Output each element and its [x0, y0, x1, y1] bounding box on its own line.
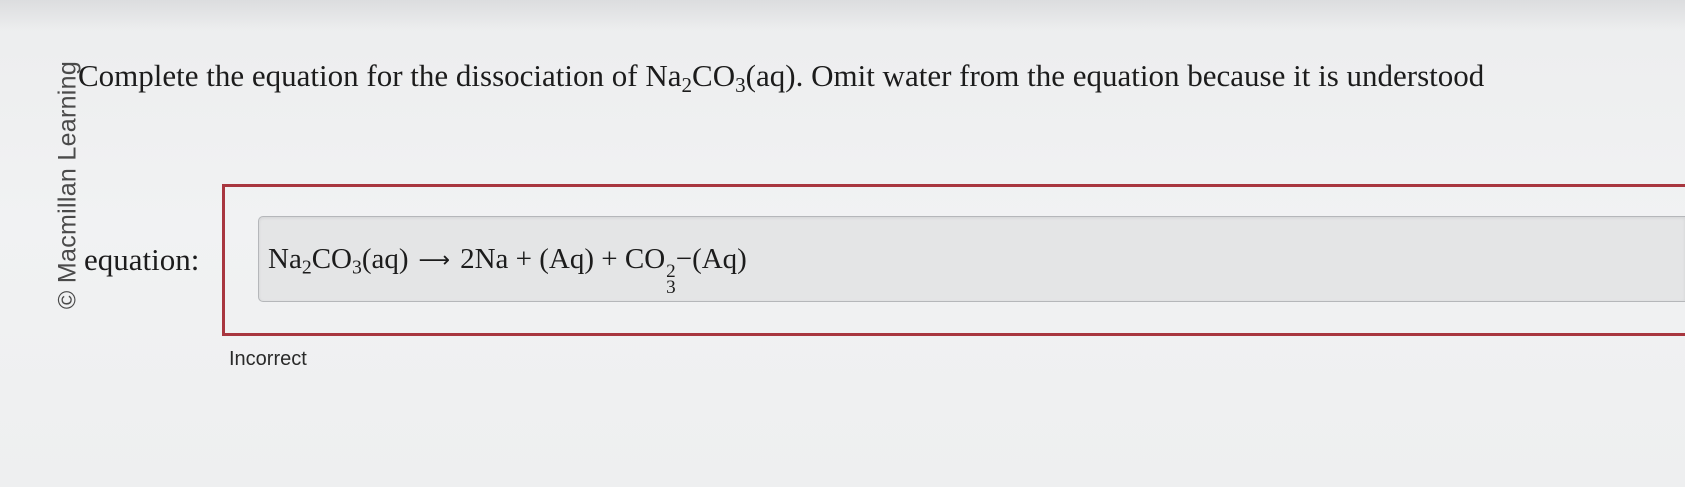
reactant-co-subscript: 3: [351, 256, 362, 279]
question-na-subscript: 2: [681, 72, 693, 97]
carbonate-scripts: 23: [666, 261, 676, 298]
reactant-na-subscript: 2: [301, 256, 312, 279]
carbonate-tail: −(Aq): [675, 243, 747, 275]
feedback-status: Incorrect: [229, 348, 307, 370]
question-suffix: (aq). Omit water from the equation becau…: [745, 58, 1485, 93]
reactant-na: Na: [268, 243, 302, 275]
equation-answer[interactable]: Na2CO3(aq) ⟶ 2Na + (Aq) + CO 2 3 −(Aq): [268, 239, 747, 298]
copyright-watermark: © Macmillan Learning: [53, 60, 82, 310]
question-text: Complete the equation for the dissociati…: [78, 56, 1484, 96]
carbonate-subscript: 3: [666, 277, 676, 298]
question-prefix: Complete the equation for the dissociati…: [78, 58, 682, 93]
reaction-arrow-icon: ⟶: [418, 248, 451, 273]
reactant-co: CO: [311, 243, 352, 275]
question-co-subscript: 3: [735, 72, 746, 97]
reactant-state: (aq): [361, 243, 409, 275]
equation-label: equation:: [84, 242, 200, 277]
question-co: CO: [692, 58, 736, 93]
carbonate-charge-superscript: 2: [666, 261, 676, 282]
products-text: 2Na + (Aq) + CO: [460, 243, 666, 275]
top-shadow: [0, 0, 1685, 30]
